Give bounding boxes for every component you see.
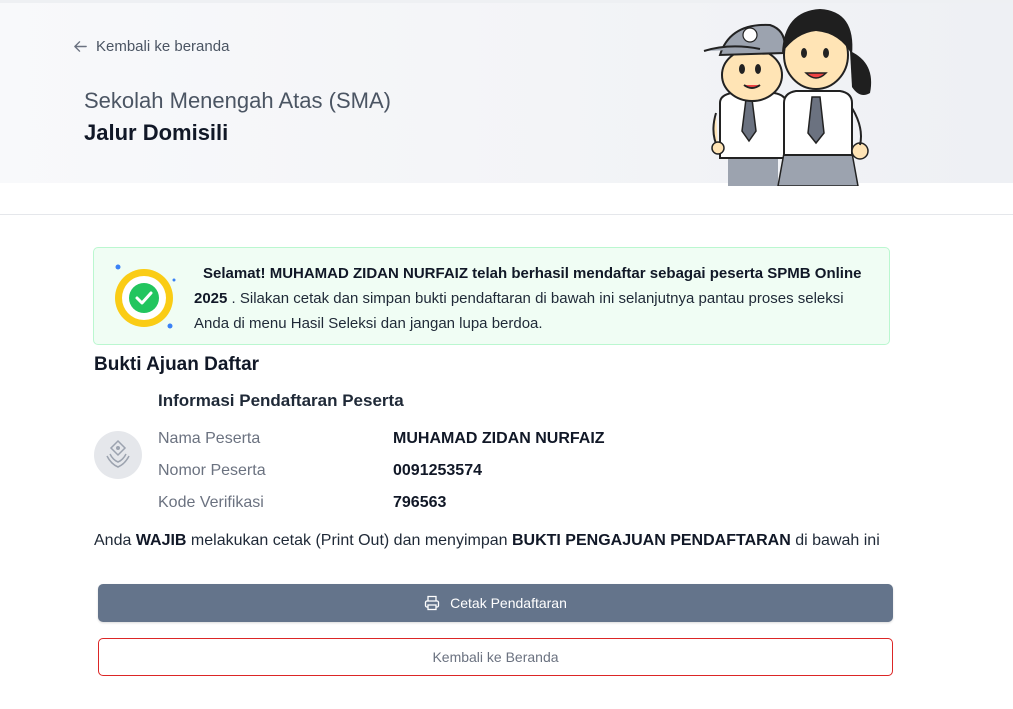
success-message: Selamat! MUHAMAD ZIDAN NURFAIZ telah ber… <box>194 261 874 336</box>
registration-info-title: Informasi Pendaftaran Peserta <box>158 391 404 410</box>
info-label: Nama Peserta <box>158 430 261 447</box>
registration-path-title: Jalur Domisili <box>84 120 229 145</box>
notice-text: melakukan cetak (Print Out) dan menyimpa… <box>186 532 512 549</box>
success-alert: Selamat! MUHAMAD ZIDAN NURFAIZ telah ber… <box>93 247 890 345</box>
print-button-label: Cetak Pendaftaran <box>450 595 567 611</box>
success-message-body: . Silakan cetak dan simpan bukti pendaft… <box>194 290 844 332</box>
notice-bold: WAJIB <box>135 532 187 549</box>
tut-wuri-handayani-logo <box>94 431 142 479</box>
info-row-verification: Kode Verifikasi 796563 <box>158 494 758 518</box>
school-level-title: Sekolah Menengah Atas (SMA) <box>84 88 391 113</box>
header-divider <box>0 214 1013 215</box>
info-label: Nomor Peserta <box>158 462 266 479</box>
home-button-label: Kembali ke Beranda <box>432 649 559 665</box>
proof-section-title: Bukti Ajuan Daftar <box>94 354 260 375</box>
check-circle-icon <box>115 264 176 329</box>
arrow-left-icon <box>74 41 87 52</box>
notice-bold: BUKTI PENGAJUAN PENDAFTARAN <box>511 532 791 549</box>
print-registration-button[interactable]: Cetak Pendaftaran <box>98 584 893 622</box>
back-to-home-button[interactable]: Kembali ke Beranda <box>98 638 893 676</box>
info-row-number: Nomor Peserta 0091253574 <box>158 462 758 486</box>
info-label: Kode Verifikasi <box>158 494 264 511</box>
verification-code-value: 796563 <box>393 494 447 511</box>
back-link-label: Kembali ke beranda <box>96 38 230 55</box>
info-row-name: Nama Peserta MUHAMAD ZIDAN NURFAIZ <box>158 430 758 454</box>
printer-icon <box>424 595 440 611</box>
participant-number-value: 0091253574 <box>393 462 482 479</box>
participant-name-value: MUHAMAD ZIDAN NURFAIZ <box>393 430 605 447</box>
print-notice: Anda WAJIB melakukan cetak (Print Out) d… <box>94 529 894 553</box>
page-header: Kembali ke beranda Sekolah Menengah Atas… <box>0 0 1013 186</box>
student-mascot-illustration <box>703 9 872 186</box>
back-to-home-link[interactable]: Kembali ke beranda <box>73 38 229 55</box>
notice-text: di bawah ini <box>790 532 880 549</box>
notice-text: Anda <box>94 532 136 549</box>
